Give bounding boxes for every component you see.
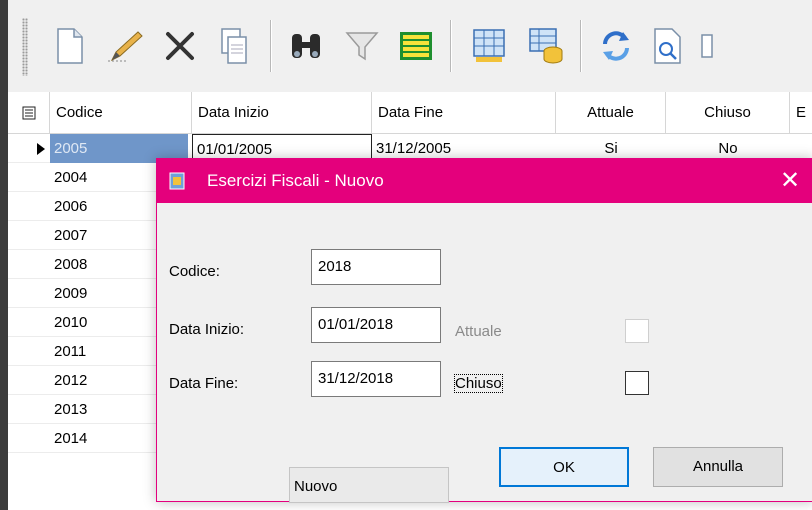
row-selector[interactable]	[8, 424, 50, 453]
column-header[interactable]: Codice	[50, 92, 192, 133]
row-selector-header[interactable]	[8, 92, 50, 133]
dialog-title: Esercizi Fiscali - Nuovo	[207, 171, 384, 190]
row-selector[interactable]	[8, 250, 50, 279]
toolbar-grip[interactable]	[22, 18, 28, 76]
toolbar	[8, 0, 812, 93]
data-inizio-label: Data Inizio:	[169, 321, 245, 338]
row-selector[interactable]	[8, 366, 50, 395]
list-icon[interactable]	[390, 16, 442, 76]
toolbar-separator	[580, 20, 582, 72]
row-selector[interactable]	[8, 279, 50, 308]
copy-icon[interactable]	[208, 16, 260, 76]
data-fine-field[interactable]: 31/12/2018	[311, 361, 441, 397]
new-icon[interactable]	[44, 16, 96, 76]
column-header[interactable]: E	[790, 92, 812, 133]
status-field: Nuovo	[289, 467, 449, 503]
row-selector[interactable]	[8, 395, 50, 424]
column-header[interactable]: Chiuso	[666, 92, 790, 133]
column-header[interactable]: Data Fine	[372, 92, 556, 133]
refresh-icon[interactable]	[590, 16, 642, 76]
data-fine-label: Data Fine:	[169, 375, 239, 392]
column-header[interactable]: Data Inizio	[192, 92, 372, 133]
chiuso-checkbox[interactable]	[625, 371, 649, 395]
row-selector[interactable]	[8, 192, 50, 221]
codice-field[interactable]: 2018	[311, 249, 441, 285]
window-frame	[0, 0, 8, 510]
toolbar-separator	[450, 20, 452, 72]
row-selector[interactable]	[8, 308, 50, 337]
preview-icon[interactable]	[642, 16, 694, 76]
more-icon[interactable]	[688, 16, 724, 76]
grid-layout-icon[interactable]	[464, 16, 516, 76]
close-icon[interactable]: ✕	[775, 159, 805, 203]
column-header[interactable]: Attuale	[556, 92, 666, 133]
ok-button[interactable]: OK	[499, 447, 629, 487]
cancel-button[interactable]: Annulla	[653, 447, 783, 487]
database-icon[interactable]	[520, 16, 572, 76]
new-fiscal-year-dialog: Esercizi Fiscali - Nuovo ✕ Codice: 2018 …	[156, 158, 812, 503]
toolbar-separator	[270, 20, 272, 72]
chiuso-label[interactable]: Chiuso	[454, 374, 503, 393]
filter-icon[interactable]	[336, 16, 388, 76]
dialog-title-bar[interactable]: Esercizi Fiscali - Nuovo ✕	[157, 159, 812, 203]
codice-label: Codice:	[169, 263, 220, 280]
row-pointer-icon	[37, 143, 45, 155]
column-chooser-icon	[22, 106, 35, 120]
delete-icon[interactable]	[154, 16, 206, 76]
row-selector[interactable]	[8, 163, 50, 192]
data-inizio-field[interactable]: 01/01/2018	[311, 307, 441, 343]
find-icon[interactable]	[280, 16, 332, 76]
app-icon	[169, 172, 185, 190]
attuale-label: Attuale	[455, 323, 502, 340]
row-selector[interactable]	[8, 221, 50, 250]
current-row-indicator[interactable]	[8, 134, 50, 163]
attuale-checkbox[interactable]	[625, 319, 649, 343]
row-selector[interactable]	[8, 337, 50, 366]
edit-icon[interactable]	[100, 16, 152, 76]
grid-header: Codice Data Inizio Data Fine Attuale Chi…	[8, 92, 812, 134]
